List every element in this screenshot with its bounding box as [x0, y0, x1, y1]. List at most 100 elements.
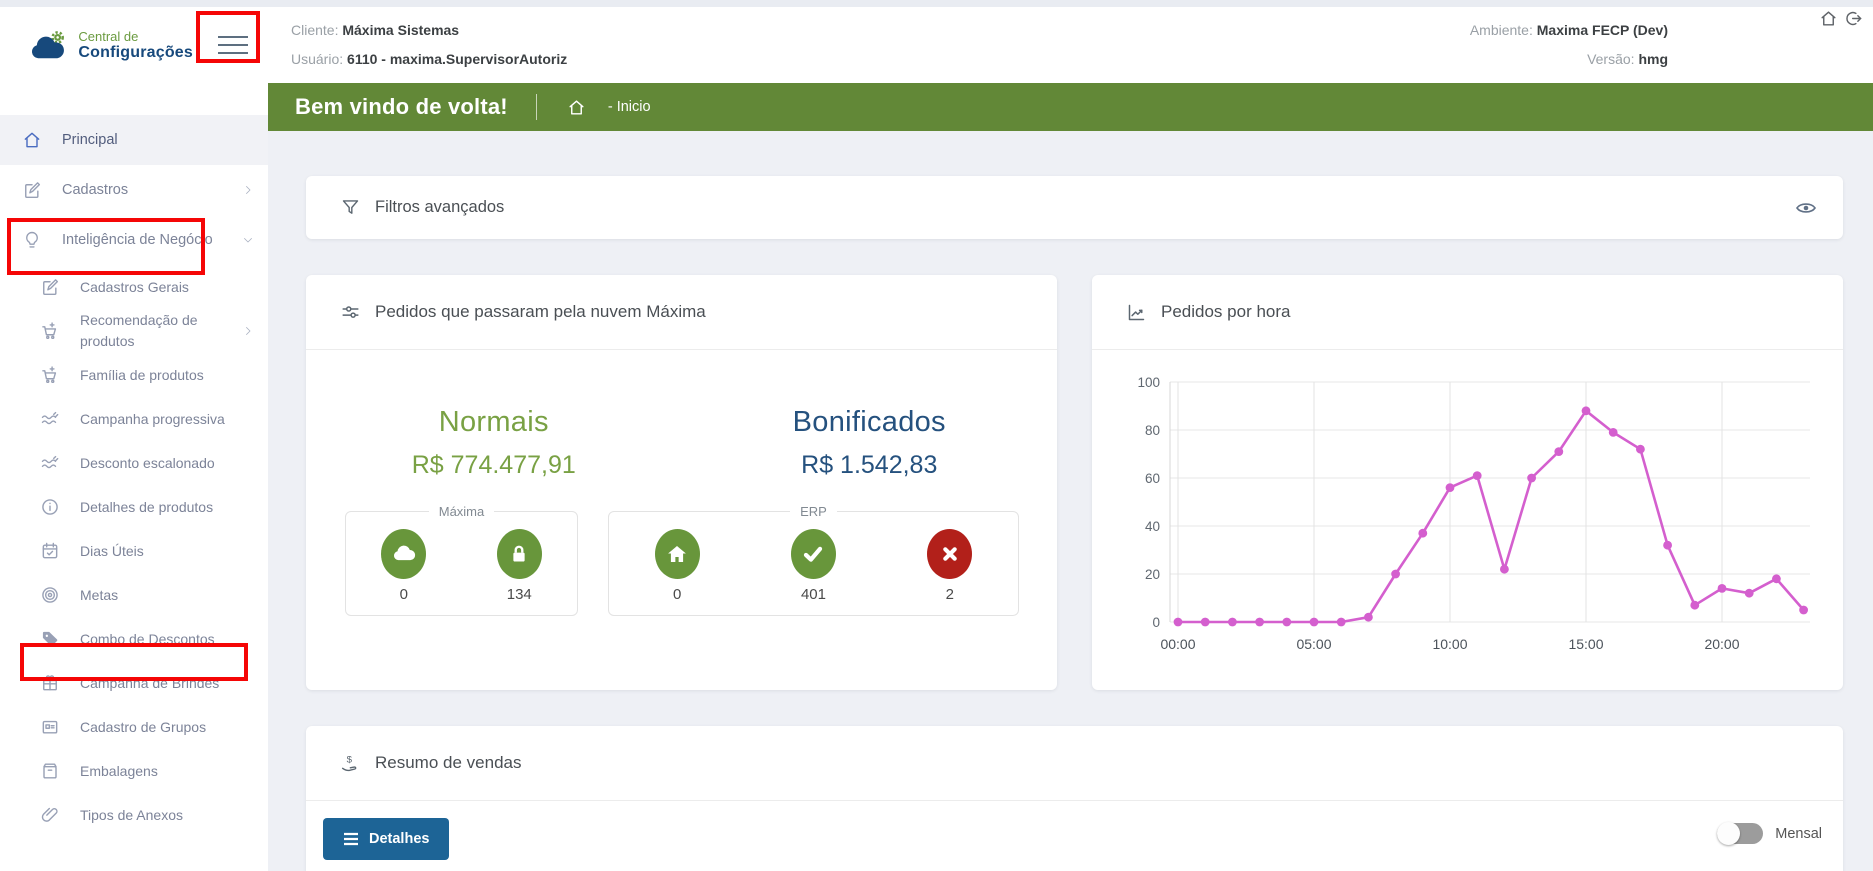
monthly-toggle[interactable]: [1717, 823, 1763, 844]
stat-count: 0: [381, 586, 426, 603]
client-label: Cliente:: [291, 22, 338, 38]
stat-cloud: 0: [381, 529, 426, 603]
svg-text:40: 40: [1145, 519, 1160, 534]
sidebar-item-label: Família de produtos: [80, 365, 204, 386]
handdollar-icon: $: [340, 753, 361, 774]
x-icon: [927, 529, 972, 579]
client-value: Máxima Sistemas: [342, 22, 459, 38]
svg-text:20:00: 20:00: [1704, 636, 1739, 652]
bonificados-label: Bonificados: [682, 406, 1058, 439]
sidebar-item-campanha-progressiva[interactable]: Campanha progressiva: [0, 397, 268, 441]
sales-card-title: Resumo de vendas: [375, 753, 521, 773]
app-logo[interactable]: Central de Configurações: [28, 24, 193, 66]
chevron-down-icon: [242, 234, 254, 246]
orders-totals: Normais R$ 774.477,91 Bonificados R$ 1.5…: [306, 406, 1057, 480]
svg-text:100: 100: [1137, 375, 1160, 390]
advanced-filters-panel[interactable]: Filtros avançados: [306, 176, 1843, 239]
orders-stat-groups: Máxima 0 134ERP 0 401 2: [306, 504, 1057, 616]
svg-text:$: $: [347, 754, 353, 765]
sidebar: Principal Cadastros Inteligência de Negóci…: [0, 83, 268, 871]
check-icon: [791, 529, 836, 579]
waves-icon: [40, 453, 60, 473]
sidebar-item-campanha-de-brindes[interactable]: Campanha de Brindes: [0, 661, 268, 705]
sidebar-item-label: Cadastros: [62, 180, 128, 201]
svg-text:15:00: 15:00: [1568, 636, 1603, 652]
edit-icon: [40, 277, 60, 297]
sidebar-item-principal[interactable]: Principal: [0, 115, 268, 165]
normais-label: Normais: [306, 406, 682, 439]
stat-home: 0: [655, 529, 700, 603]
chart-card-header: Pedidos por hora: [1092, 275, 1843, 350]
sidebar-item-cadastros-gerais[interactable]: Cadastros Gerais: [0, 265, 268, 309]
sidebar-item-label: Dias Úteis: [80, 541, 144, 562]
toggle-knob: [1717, 822, 1740, 845]
info-icon: [40, 497, 60, 517]
bulb-icon: [22, 230, 42, 250]
home-icon[interactable]: [1819, 9, 1838, 28]
svg-text:00:00: 00:00: [1160, 636, 1195, 652]
details-button[interactable]: Detalhes: [323, 818, 449, 860]
sales-card-header: $ Resumo de vendas: [306, 726, 1843, 801]
eye-icon[interactable]: [1795, 197, 1817, 219]
group-icon: [40, 717, 60, 737]
gift-icon: [40, 673, 60, 693]
sidebar-item-label: Desconto escalonado: [80, 453, 215, 474]
chart-area: 02040608010000:0005:0010:0015:0020:00: [1092, 350, 1843, 669]
sidebar-item-label: Cadastros Gerais: [80, 277, 189, 298]
cart-icon: [40, 321, 60, 341]
sidebar-item-combo-de-descontos[interactable]: Combo de Descontos: [0, 617, 268, 661]
user-value: 6110 - maxima.SupervisorAutoriz: [347, 51, 567, 67]
lock-icon: [497, 529, 542, 579]
orders-card-title: Pedidos que passaram pela nuvem Máxima: [375, 302, 706, 322]
sidebar-item-label: Embalagens: [80, 761, 158, 782]
env-value: Maxima FECP (Dev): [1537, 22, 1668, 38]
sidebar-item-embalagens[interactable]: Embalagens: [0, 749, 268, 793]
sidebar-item-label: Detalhes de produtos: [80, 497, 213, 518]
bonificados-value: R$ 1.542,83: [682, 451, 1058, 480]
sidebar-item-metas[interactable]: Metas: [0, 573, 268, 617]
svg-text:10:00: 10:00: [1432, 636, 1467, 652]
stat-group-legend: ERP: [790, 504, 837, 519]
sidebar-item-cadastro-de-grupos[interactable]: Cadastro de Grupos: [0, 705, 268, 749]
filters-title: Filtros avançados: [375, 198, 504, 217]
environment-info: Ambiente: Maxima FECP (Dev) Versão: hmg: [1470, 16, 1668, 74]
svg-text:60: 60: [1145, 471, 1160, 486]
sidebar-item-label: Inteligência de Negócio: [62, 230, 213, 251]
stat-lock: 134: [497, 529, 542, 603]
user-label: Usuário:: [291, 51, 343, 67]
sidebar-item-cadastros[interactable]: Cadastros: [0, 165, 268, 215]
menu-lines-icon: [343, 831, 359, 847]
funnel-icon: [340, 197, 361, 218]
page-title: Bem vindo de volta!: [295, 94, 508, 120]
svg-text:0: 0: [1152, 615, 1160, 630]
version-label: Versão:: [1587, 51, 1634, 67]
sidebar-item-tipos-de-anexos[interactable]: Tipos de Anexos: [0, 793, 268, 837]
hamburger-menu-button[interactable]: [207, 25, 259, 65]
sidebar-item-label: Cadastro de Grupos: [80, 717, 206, 738]
cart-icon: [40, 365, 60, 385]
sidebar-item-desconto-escalonado[interactable]: Desconto escalonado: [0, 441, 268, 485]
banner-divider: [536, 94, 537, 120]
client-info: Cliente: Máxima Sistemas Usuário: 6110 -…: [291, 16, 567, 74]
cloud-gear-icon: [28, 24, 68, 66]
corner-actions: [1819, 9, 1863, 28]
sidebar-item-detalhes-de-produtos[interactable]: Detalhes de produtos: [0, 485, 268, 529]
main-area: Bem vindo de volta! - Inicio Filtros ava…: [268, 83, 1873, 871]
logout-icon[interactable]: [1844, 9, 1863, 28]
env-label: Ambiente:: [1470, 22, 1533, 38]
sidebar-item-inteligencia-de-negocio[interactable]: Inteligência de Negócio: [0, 215, 268, 265]
chartline-icon: [1126, 302, 1147, 323]
home-icon: [22, 130, 42, 150]
normais-value: R$ 774.477,91: [306, 451, 682, 480]
topbar: Central de Configurações Cliente: Máxima…: [0, 0, 1873, 83]
stat-count: 134: [497, 586, 542, 603]
home-icon[interactable]: [567, 98, 586, 117]
logo-line2: Configurações: [78, 44, 193, 62]
stat-group-legend: Máxima: [429, 504, 495, 519]
sidebar-item-recomendacao-de-produtos[interactable]: Recomendação de produtos: [0, 309, 268, 353]
svg-text:80: 80: [1145, 423, 1160, 438]
app-root: Central de Configurações Cliente: Máxima…: [0, 0, 1873, 871]
sidebar-item-familia-de-produtos[interactable]: Família de produtos: [0, 353, 268, 397]
waves-icon: [40, 409, 60, 429]
sidebar-item-dias-uteis[interactable]: Dias Úteis: [0, 529, 268, 573]
